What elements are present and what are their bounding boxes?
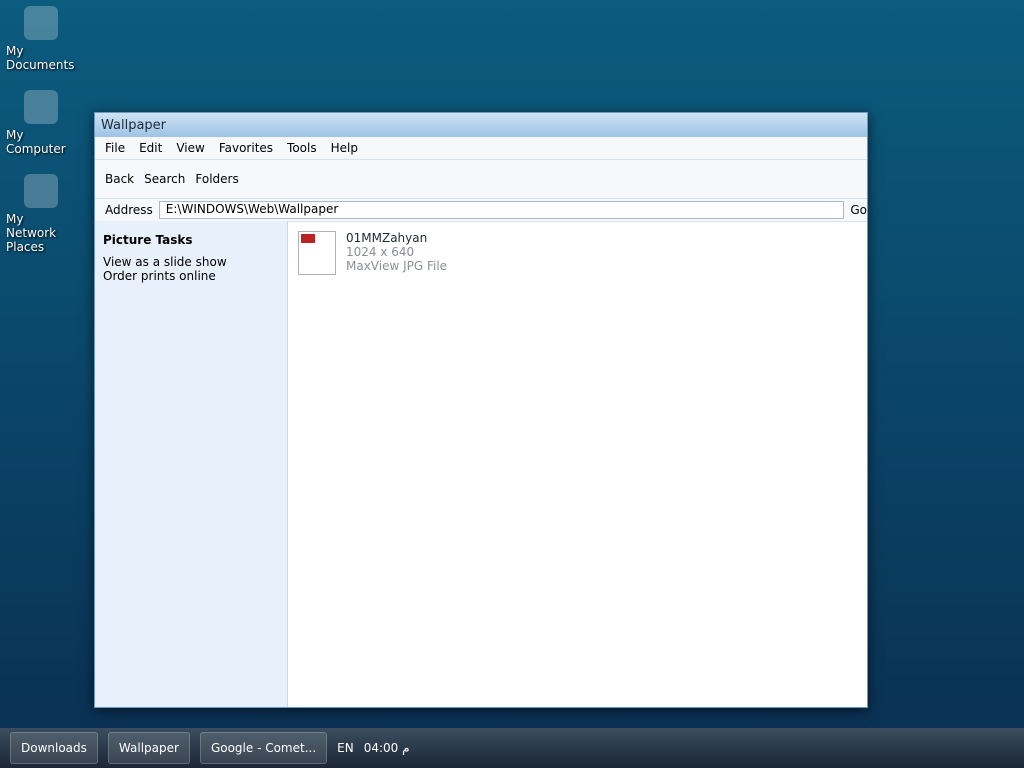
menu-favorites[interactable]: Favorites (219, 141, 273, 155)
picture-tasks-heading: Picture Tasks (103, 233, 193, 247)
taskbar: Downloads Wallpaper Google - Comet... EN… (0, 728, 1024, 768)
taskbar-item-wallpaper[interactable]: Wallpaper (107, 732, 190, 764)
clock: 04:00 م (363, 741, 410, 755)
file-item[interactable]: 01MMZahyan 1024 x 640 MaxView JPG File (298, 231, 548, 287)
menu-edit[interactable]: Edit (139, 141, 162, 155)
menu-bar: File Edit View Favorites Tools Help (95, 137, 867, 160)
task-link[interactable]: View as a slide show (103, 255, 279, 269)
desktop-icons: My Documents My Computer My Network Plac… (6, 6, 76, 272)
menu-file[interactable]: File (105, 141, 125, 155)
search-button[interactable]: Search (144, 172, 185, 186)
explorer-body: Picture Tasks View as a slide show Order… (95, 221, 867, 707)
desktop-icon-label: My Documents (6, 44, 75, 72)
file-name: 01MMZahyan (346, 231, 428, 245)
back-button[interactable]: Back (105, 172, 134, 186)
language-indicator[interactable]: EN (337, 741, 354, 755)
folders-button[interactable]: Folders (195, 172, 238, 186)
explorer-window: Wallpaper File Edit View Favorites Tools… (94, 112, 868, 708)
file-meta: 01MMZahyan 1024 x 640 MaxView JPG File (346, 231, 447, 273)
desktop-icon[interactable]: My Computer (6, 90, 76, 156)
app-icon (24, 90, 58, 124)
window-title: Wallpaper (101, 117, 167, 133)
window-titlebar[interactable]: Wallpaper (95, 113, 867, 137)
desktop-icon[interactable]: My Network Places (6, 174, 76, 254)
network-icon (24, 174, 58, 208)
task-link[interactable]: Order prints online (103, 269, 279, 283)
task-pane: Picture Tasks View as a slide show Order… (95, 221, 288, 707)
address-bar: Address E:\WINDOWS\Web\Wallpaper Go (95, 199, 867, 222)
file-list: 01MMZahyan 1024 x 640 MaxView JPG File (288, 221, 867, 707)
desktop-icon[interactable]: My Documents (6, 6, 76, 72)
jpg-file-icon (298, 231, 336, 275)
address-label: Address (105, 203, 153, 217)
file-type: MaxView JPG File (346, 259, 448, 273)
taskbar-item-downloads[interactable]: Downloads (10, 732, 98, 764)
desktop-icon-label: My Network Places (6, 212, 57, 254)
menu-view[interactable]: View (176, 141, 204, 155)
taskbar-item-google[interactable]: Google - Comet... (199, 732, 328, 764)
folder-icon (24, 6, 58, 40)
file-dimensions: 1024 x 640 (346, 245, 415, 259)
menu-tools[interactable]: Tools (287, 141, 317, 155)
toolbar: Back Search Folders (95, 160, 867, 199)
go-button[interactable]: Go (850, 203, 867, 217)
desktop-icon-label: My Computer (6, 128, 66, 156)
menu-help[interactable]: Help (331, 141, 358, 155)
address-input[interactable]: E:\WINDOWS\Web\Wallpaper (158, 201, 845, 219)
